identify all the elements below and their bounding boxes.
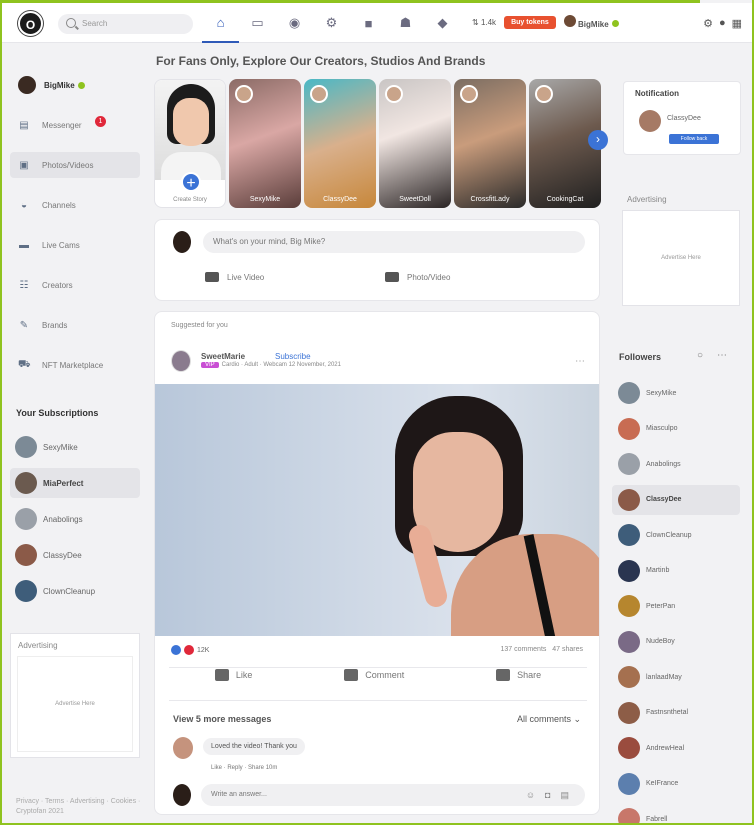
page-frame	[0, 0, 754, 825]
